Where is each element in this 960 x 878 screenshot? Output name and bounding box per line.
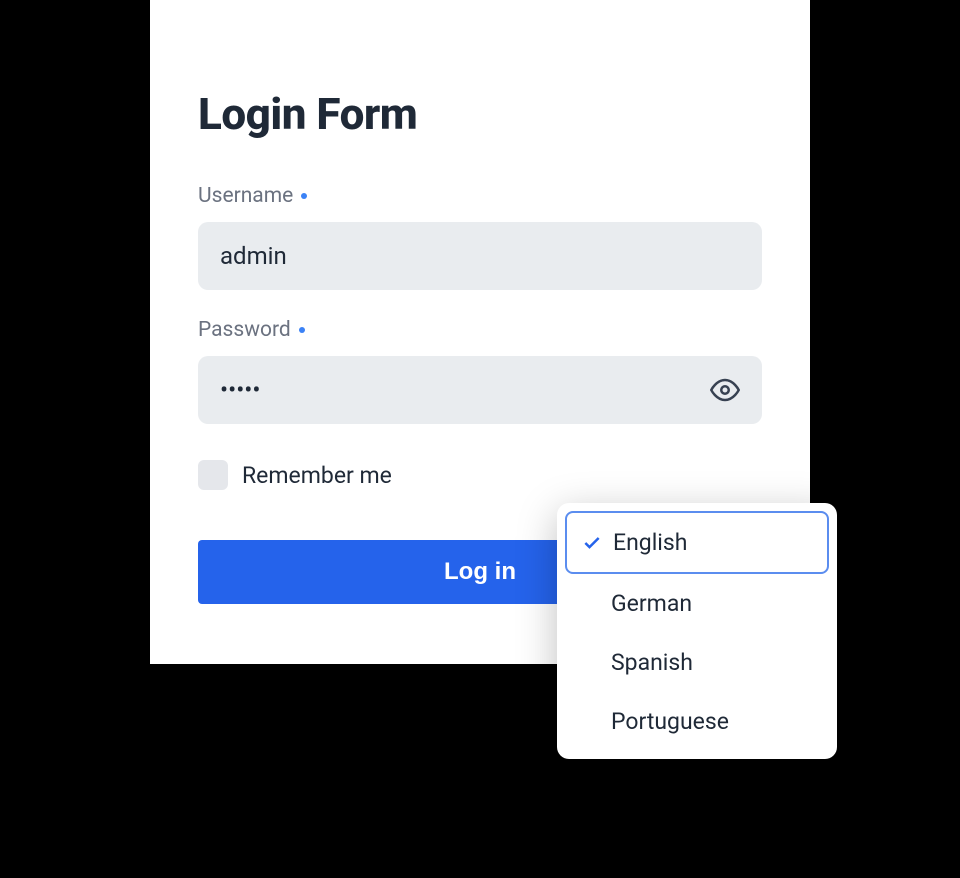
username-label: Username bbox=[198, 184, 762, 208]
password-label: Password bbox=[198, 318, 762, 342]
language-option-label: English bbox=[613, 529, 687, 556]
language-dropdown: English German Spanish Portuguese bbox=[557, 503, 837, 759]
password-input-wrapper bbox=[198, 356, 762, 424]
language-option-label: German bbox=[611, 590, 692, 617]
username-field: Username bbox=[198, 184, 762, 290]
page-title: Login Form bbox=[198, 88, 762, 140]
username-input[interactable] bbox=[198, 222, 762, 290]
language-option-portuguese[interactable]: Portuguese bbox=[565, 692, 829, 751]
required-indicator-icon bbox=[301, 193, 307, 199]
remember-me-label: Remember me bbox=[242, 462, 392, 489]
language-option-english[interactable]: English bbox=[565, 511, 829, 574]
language-option-label: Spanish bbox=[611, 649, 693, 676]
password-input[interactable] bbox=[198, 356, 762, 424]
required-indicator-icon bbox=[299, 327, 305, 333]
password-field: Password bbox=[198, 318, 762, 424]
language-option-spanish[interactable]: Spanish bbox=[565, 633, 829, 692]
language-option-german[interactable]: German bbox=[565, 574, 829, 633]
language-option-label: Portuguese bbox=[611, 708, 729, 735]
remember-me-row: Remember me bbox=[198, 460, 762, 490]
password-label-text: Password bbox=[198, 318, 291, 342]
check-icon bbox=[581, 533, 603, 553]
toggle-password-visibility-button[interactable] bbox=[706, 371, 744, 409]
eye-icon bbox=[710, 375, 740, 405]
remember-me-checkbox[interactable] bbox=[198, 460, 228, 490]
username-label-text: Username bbox=[198, 184, 293, 208]
